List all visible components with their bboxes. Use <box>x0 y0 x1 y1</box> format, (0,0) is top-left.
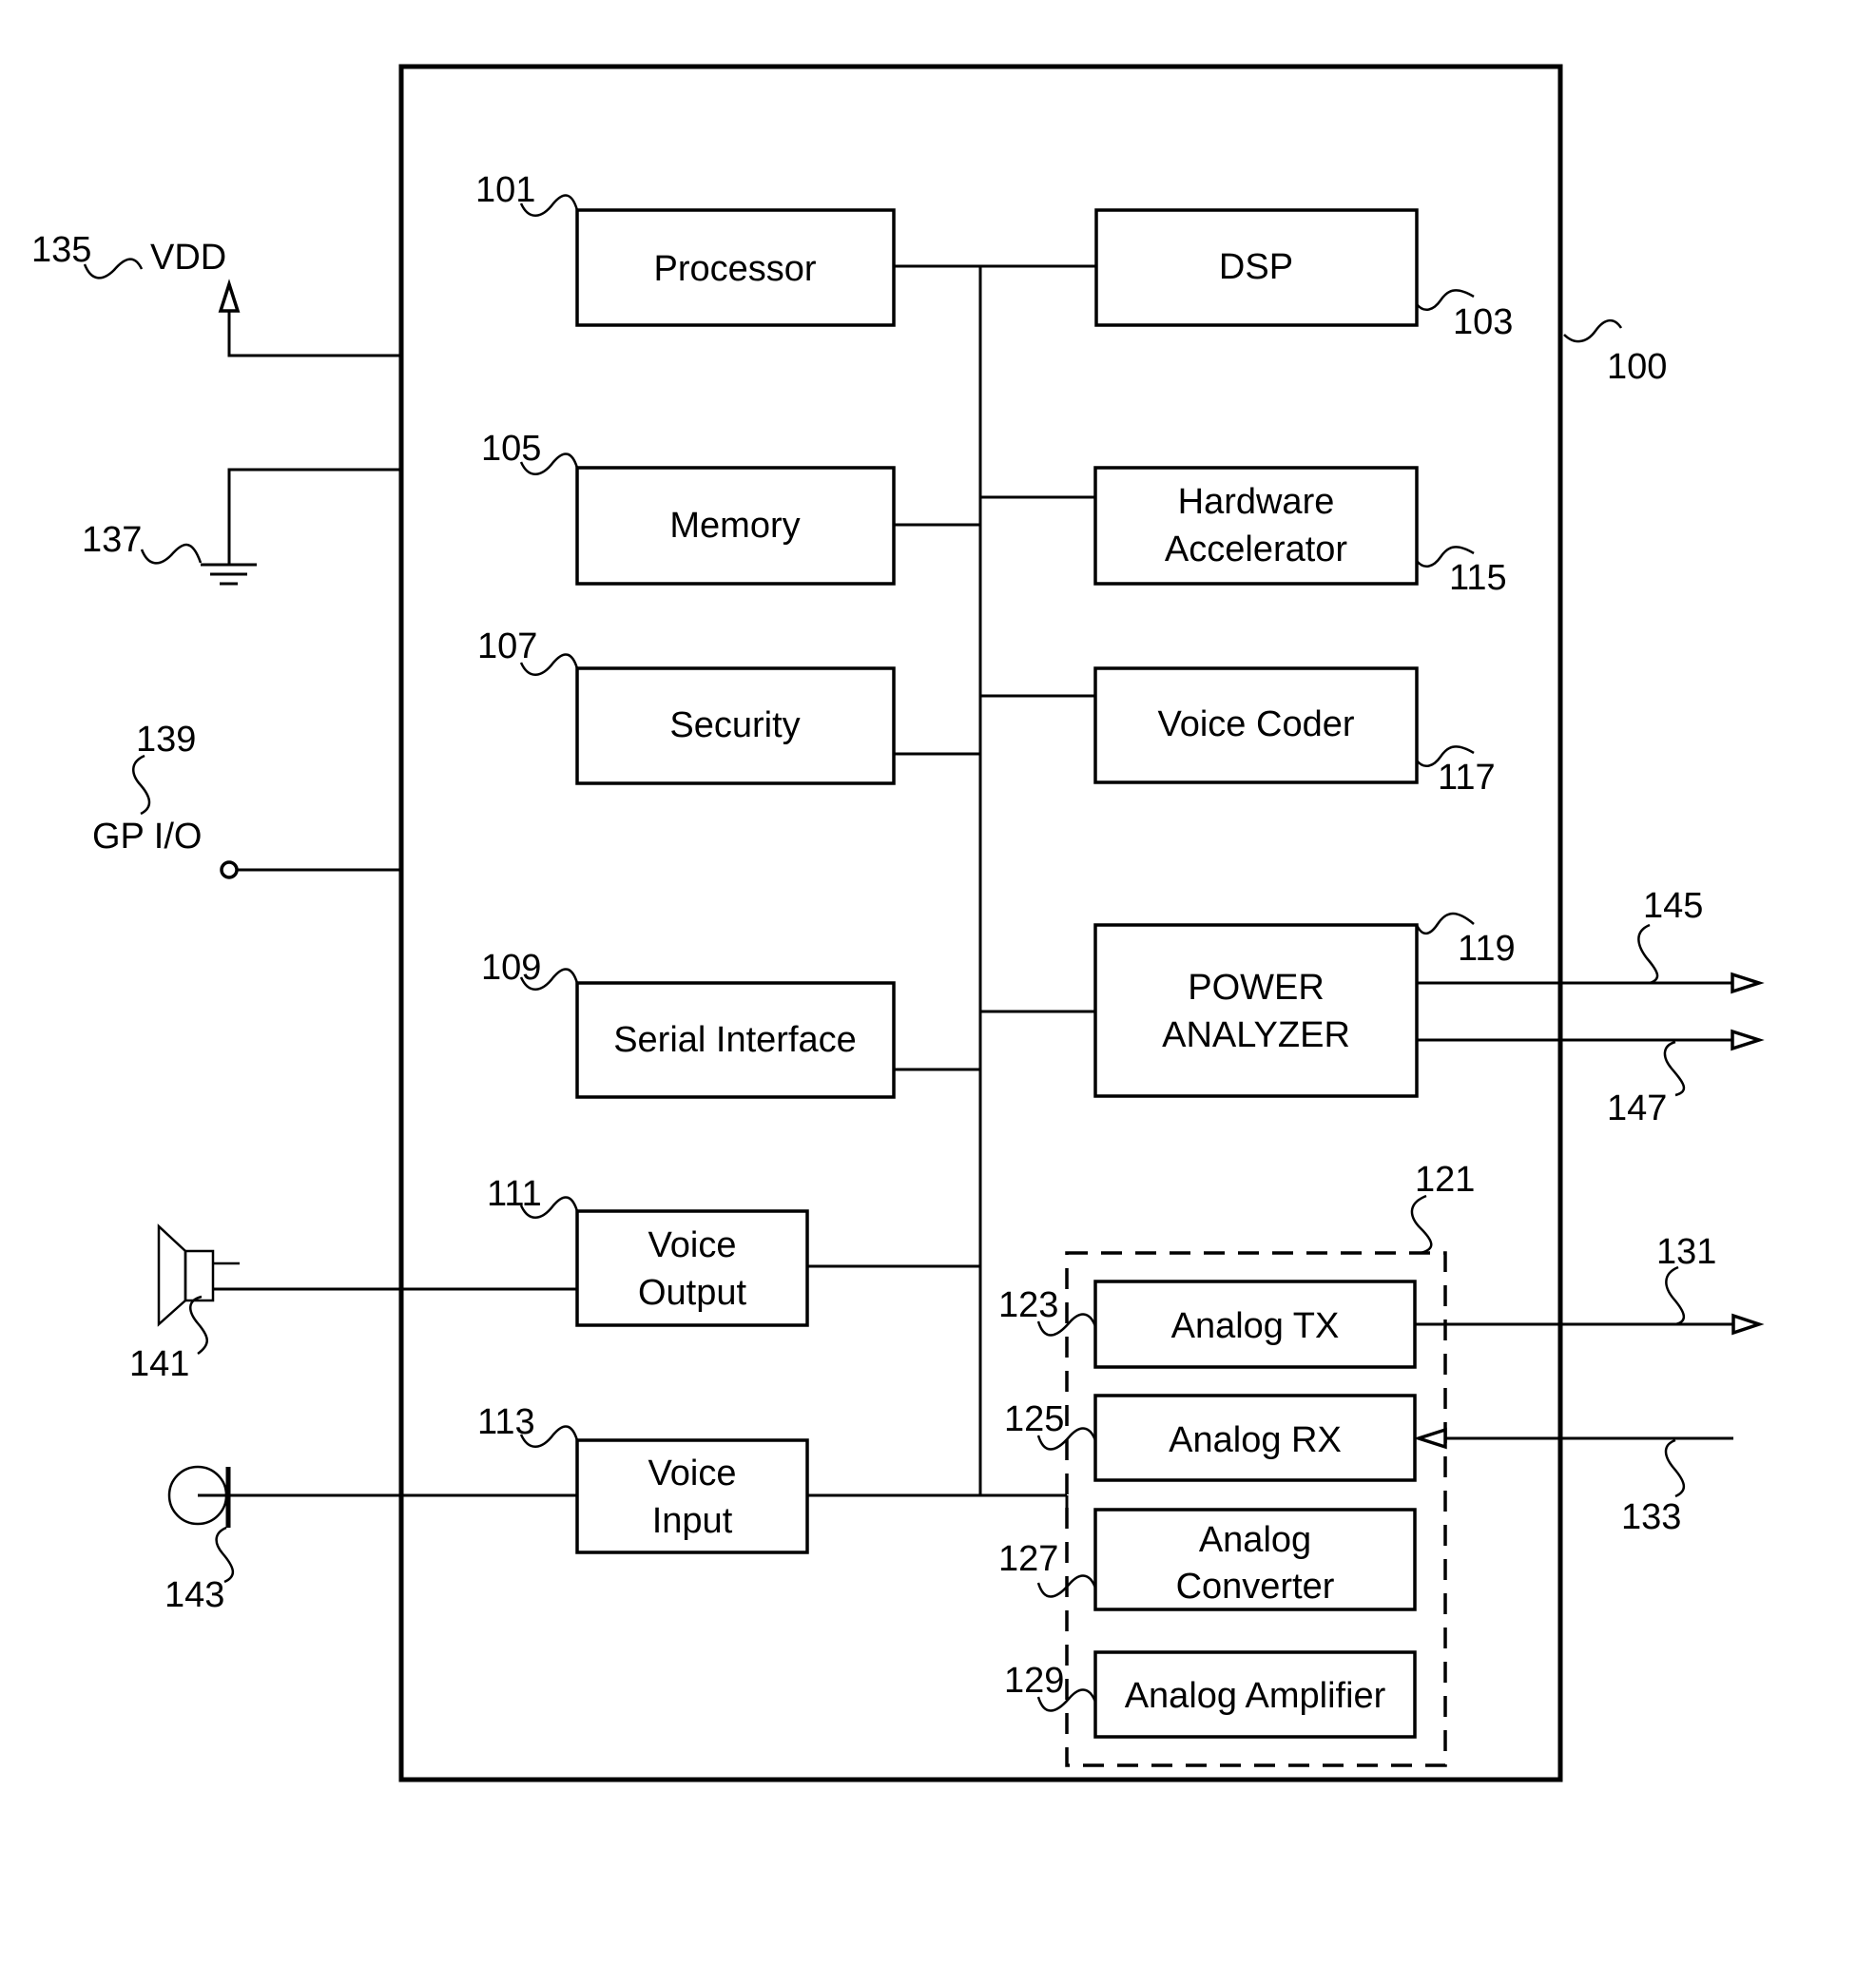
ref-103: 103 <box>1453 302 1513 342</box>
block-label-line-1: POWER <box>1188 968 1325 1008</box>
gpio-label: GP I/O <box>92 817 202 857</box>
output-arrow-icon <box>1731 1029 1765 1051</box>
block-memory[interactable]: Memory <box>575 466 896 586</box>
block-analog-converter[interactable]: Analog Converter <box>1093 1508 1417 1611</box>
block-label-line-1: Voice <box>648 1454 737 1493</box>
junction-dot <box>1557 1435 1563 1441</box>
block-voice-coder[interactable]: Voice Coder <box>1093 666 1419 784</box>
block-voice-output[interactable]: Voice Output <box>575 1209 809 1327</box>
leader-133 <box>1664 1438 1685 1498</box>
ref-107: 107 <box>477 626 537 666</box>
block-label: Security <box>669 705 800 745</box>
ref-119: 119 <box>1458 929 1516 969</box>
block-label: Serial Interface <box>613 1020 857 1060</box>
block-label: DSP <box>1219 247 1293 287</box>
ref-113: 113 <box>477 1402 535 1442</box>
block-label-line-2: Accelerator <box>1165 530 1348 569</box>
ref-121: 121 <box>1415 1160 1475 1200</box>
leader-137 <box>140 543 203 565</box>
ref-101: 101 <box>475 170 535 210</box>
block-diagram: 100 Processor 101 DSP 103 Memory 105 Har… <box>31 64 1765 1782</box>
ref-127: 127 <box>998 1539 1058 1579</box>
ref-137: 137 <box>82 520 142 560</box>
ref-115: 115 <box>1449 558 1507 598</box>
microphone-icon <box>167 1465 231 1528</box>
vdd-label: VDD <box>150 238 226 278</box>
leader-143 <box>215 1526 234 1584</box>
block-label: Memory <box>669 506 800 546</box>
ground <box>201 468 401 586</box>
ref-100: 100 <box>1607 347 1667 387</box>
input-arrow-icon <box>1413 1427 1447 1450</box>
ref-129: 129 <box>1004 1661 1064 1701</box>
ref-139: 139 <box>136 720 196 760</box>
block-hardware-accelerator[interactable]: Hardware Accelerator <box>1093 466 1419 586</box>
block-label-line-2: Output <box>638 1273 747 1313</box>
ref-125: 125 <box>1004 1399 1064 1439</box>
block-label: Analog Amplifier <box>1125 1676 1386 1716</box>
leader-139 <box>132 754 151 816</box>
junction-dot <box>398 1286 404 1292</box>
junction-dot <box>1557 1321 1563 1327</box>
block-analog-rx[interactable]: Analog RX <box>1093 1394 1417 1482</box>
block-label: Processor <box>653 249 816 289</box>
block-label-line-1: Hardware <box>1178 482 1335 522</box>
block-dsp[interactable]: DSP <box>1094 208 1419 327</box>
block-label: Analog RX <box>1169 1420 1342 1460</box>
ref-117: 117 <box>1438 758 1496 798</box>
block-label-line-2: ANALYZER <box>1162 1015 1350 1055</box>
terminal-circle-icon <box>220 860 239 879</box>
ref-145: 145 <box>1643 886 1703 926</box>
ref-143: 143 <box>164 1575 224 1615</box>
block-label: Voice Coder <box>1157 704 1354 744</box>
gpio-terminal <box>220 860 401 879</box>
ref-133: 133 <box>1621 1497 1681 1537</box>
output-arrow-icon <box>1731 972 1765 994</box>
block-label-line-1: Analog <box>1199 1520 1311 1560</box>
block-analog-tx[interactable]: Analog TX <box>1093 1280 1417 1369</box>
block-serial-interface[interactable]: Serial Interface <box>575 981 896 1099</box>
block-label-line-1: Voice <box>648 1225 737 1265</box>
block-label-line-2: Converter <box>1176 1567 1335 1607</box>
leader-145 <box>1637 923 1659 985</box>
ground-icon <box>201 563 257 586</box>
ref-141: 141 <box>129 1344 189 1384</box>
block-power-analyzer[interactable]: POWER ANALYZER <box>1093 923 1419 1098</box>
block-voice-input[interactable]: Voice Input <box>575 1438 809 1554</box>
block-analog-amplifier[interactable]: Analog Amplifier <box>1093 1650 1417 1739</box>
power-supply-arrow-icon <box>218 279 241 313</box>
ref-147: 147 <box>1607 1088 1667 1128</box>
output-arrow-icon <box>1731 1313 1765 1336</box>
leader-121 <box>1410 1194 1433 1255</box>
leader-131 <box>1665 1265 1685 1326</box>
block-security[interactable]: Security <box>575 666 896 785</box>
leader-100 <box>1563 318 1623 343</box>
vdd-supply <box>218 279 401 357</box>
block-processor[interactable]: Processor <box>575 208 896 327</box>
leader-147 <box>1663 1040 1686 1097</box>
ref-111: 111 <box>487 1174 542 1214</box>
ref-135: 135 <box>31 230 91 270</box>
block-label: Analog TX <box>1171 1306 1340 1346</box>
speaker-icon <box>157 1223 240 1327</box>
junction-dot <box>398 1493 404 1498</box>
ref-123: 123 <box>998 1285 1058 1325</box>
block-label-line-2: Input <box>652 1501 733 1541</box>
leader-141 <box>189 1295 208 1356</box>
ref-131: 131 <box>1656 1232 1716 1272</box>
ref-109: 109 <box>481 948 541 988</box>
leader-135 <box>83 258 144 279</box>
ref-105: 105 <box>481 429 541 469</box>
